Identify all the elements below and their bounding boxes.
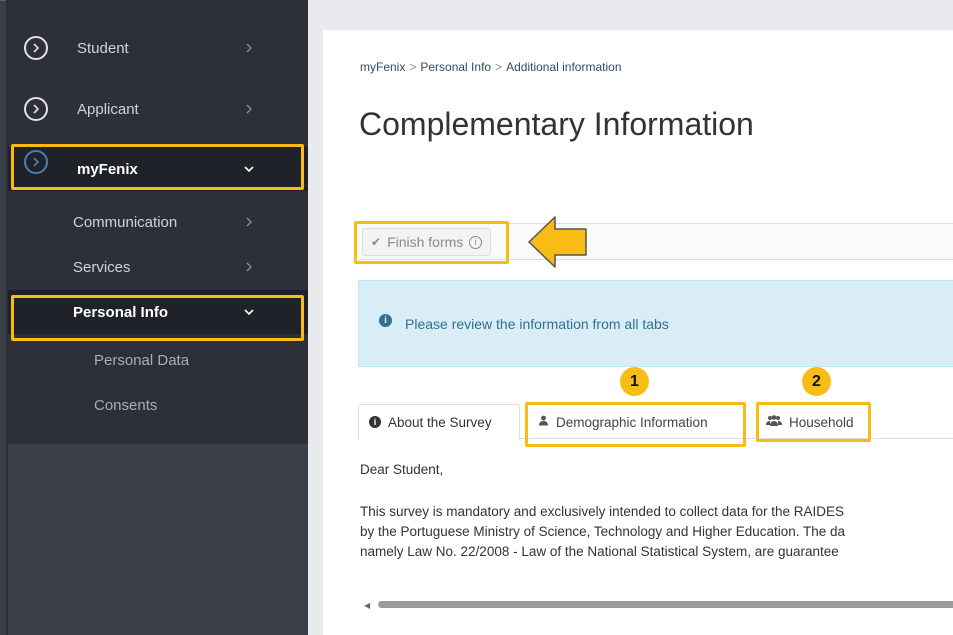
paragraph-line: This survey is mandatory and exclusively… [360,504,844,519]
chevron-down-icon [244,309,254,316]
scrollbar-thumb[interactable] [378,601,953,608]
chevron-right-icon [246,262,252,272]
breadcrumb-separator: > [409,60,417,74]
sidebar-item-student[interactable]: Student [8,26,308,70]
tab-label: Household [789,414,854,430]
sidebar-item-communication[interactable]: Communication [8,200,308,244]
breadcrumb-link-personal-info[interactable]: Personal Info [420,60,491,74]
chevron-circle-right-icon [24,36,48,60]
user-icon [538,415,549,429]
tab-bar: i About the Survey Demographic Informati… [358,404,953,440]
chevron-right-icon [246,104,252,114]
survey-description: Dear Student, This survey is mandatory a… [360,460,953,562]
chevron-circle-right-icon [24,97,48,121]
chevron-down-icon [244,166,254,173]
sidebar-item-personal-info[interactable]: Personal Info [8,290,308,334]
sidebar-item-label: Applicant [77,100,139,118]
tab-demographic-information[interactable]: Demographic Information [528,404,748,440]
alert-text: Please review the information from all t… [405,316,669,332]
info-icon: i [379,314,392,327]
sidebar-item-label: Student [77,39,129,57]
horizontal-scrollbar[interactable]: ◀ [358,600,953,610]
main-content: myFenix > Personal Info > Additional informa… [323,30,953,635]
greeting-text: Dear Student, [360,462,444,477]
sidebar-item-label: Personal Data [94,351,190,369]
sidebar-item-applicant[interactable]: Applicant [8,87,308,131]
finish-forms-button[interactable]: ✔ Finish forms i [362,228,492,256]
info-circle-icon: i [369,416,381,428]
arrow-pointer-icon [528,216,587,268]
tab-household[interactable]: Household [756,404,871,440]
breadcrumb-current: Additional information [506,60,622,74]
finish-forms-label: Finish forms [387,234,464,250]
tab-about-survey[interactable]: i About the Survey [358,404,520,440]
sidebar-item-label: Communication [73,213,178,231]
check-icon: ✔ [371,235,382,249]
toolbar: ✔ Finish forms i [358,223,953,260]
breadcrumb: myFenix > Personal Info > Additional informa… [360,60,622,74]
chevron-right-icon [246,217,252,227]
chevron-circle-right-icon [24,150,48,174]
page-title: Complementary Information [359,106,754,142]
info-circle-icon[interactable]: i [469,235,483,249]
info-alert: i Please review the information from all… [358,280,953,367]
scroll-left-icon[interactable]: ◀ [364,601,370,610]
sidebar-item-personal-data[interactable]: Personal Data [8,338,308,382]
chevron-right-icon [246,43,252,53]
tab-label: About the Survey [388,414,492,430]
sidebar-item-label: Personal Info [73,303,169,321]
sidebar-item-label: Consents [94,396,158,414]
users-icon [766,415,782,429]
breadcrumb-separator: > [495,60,503,74]
sidebar-item-myfenix[interactable]: myFenix [8,147,308,191]
breadcrumb-link-myfenix[interactable]: myFenix [360,60,405,74]
paragraph-line: namely Law No. 22/2008 - Law of the Nati… [360,544,839,559]
paragraph-line: by the Portuguese Ministry of Science, T… [360,524,846,539]
sidebar-item-services[interactable]: Services [8,245,308,289]
sidebar-item-consents[interactable]: Consents [8,383,308,427]
sidebar-item-label: Services [73,258,131,276]
step-badge-1: 1 [620,367,649,396]
sidebar: Student Applicant myFenix Communication … [0,0,308,635]
sidebar-item-label: myFenix [77,160,138,178]
step-badge-2: 2 [802,367,831,396]
tab-label: Demographic Information [556,414,708,430]
